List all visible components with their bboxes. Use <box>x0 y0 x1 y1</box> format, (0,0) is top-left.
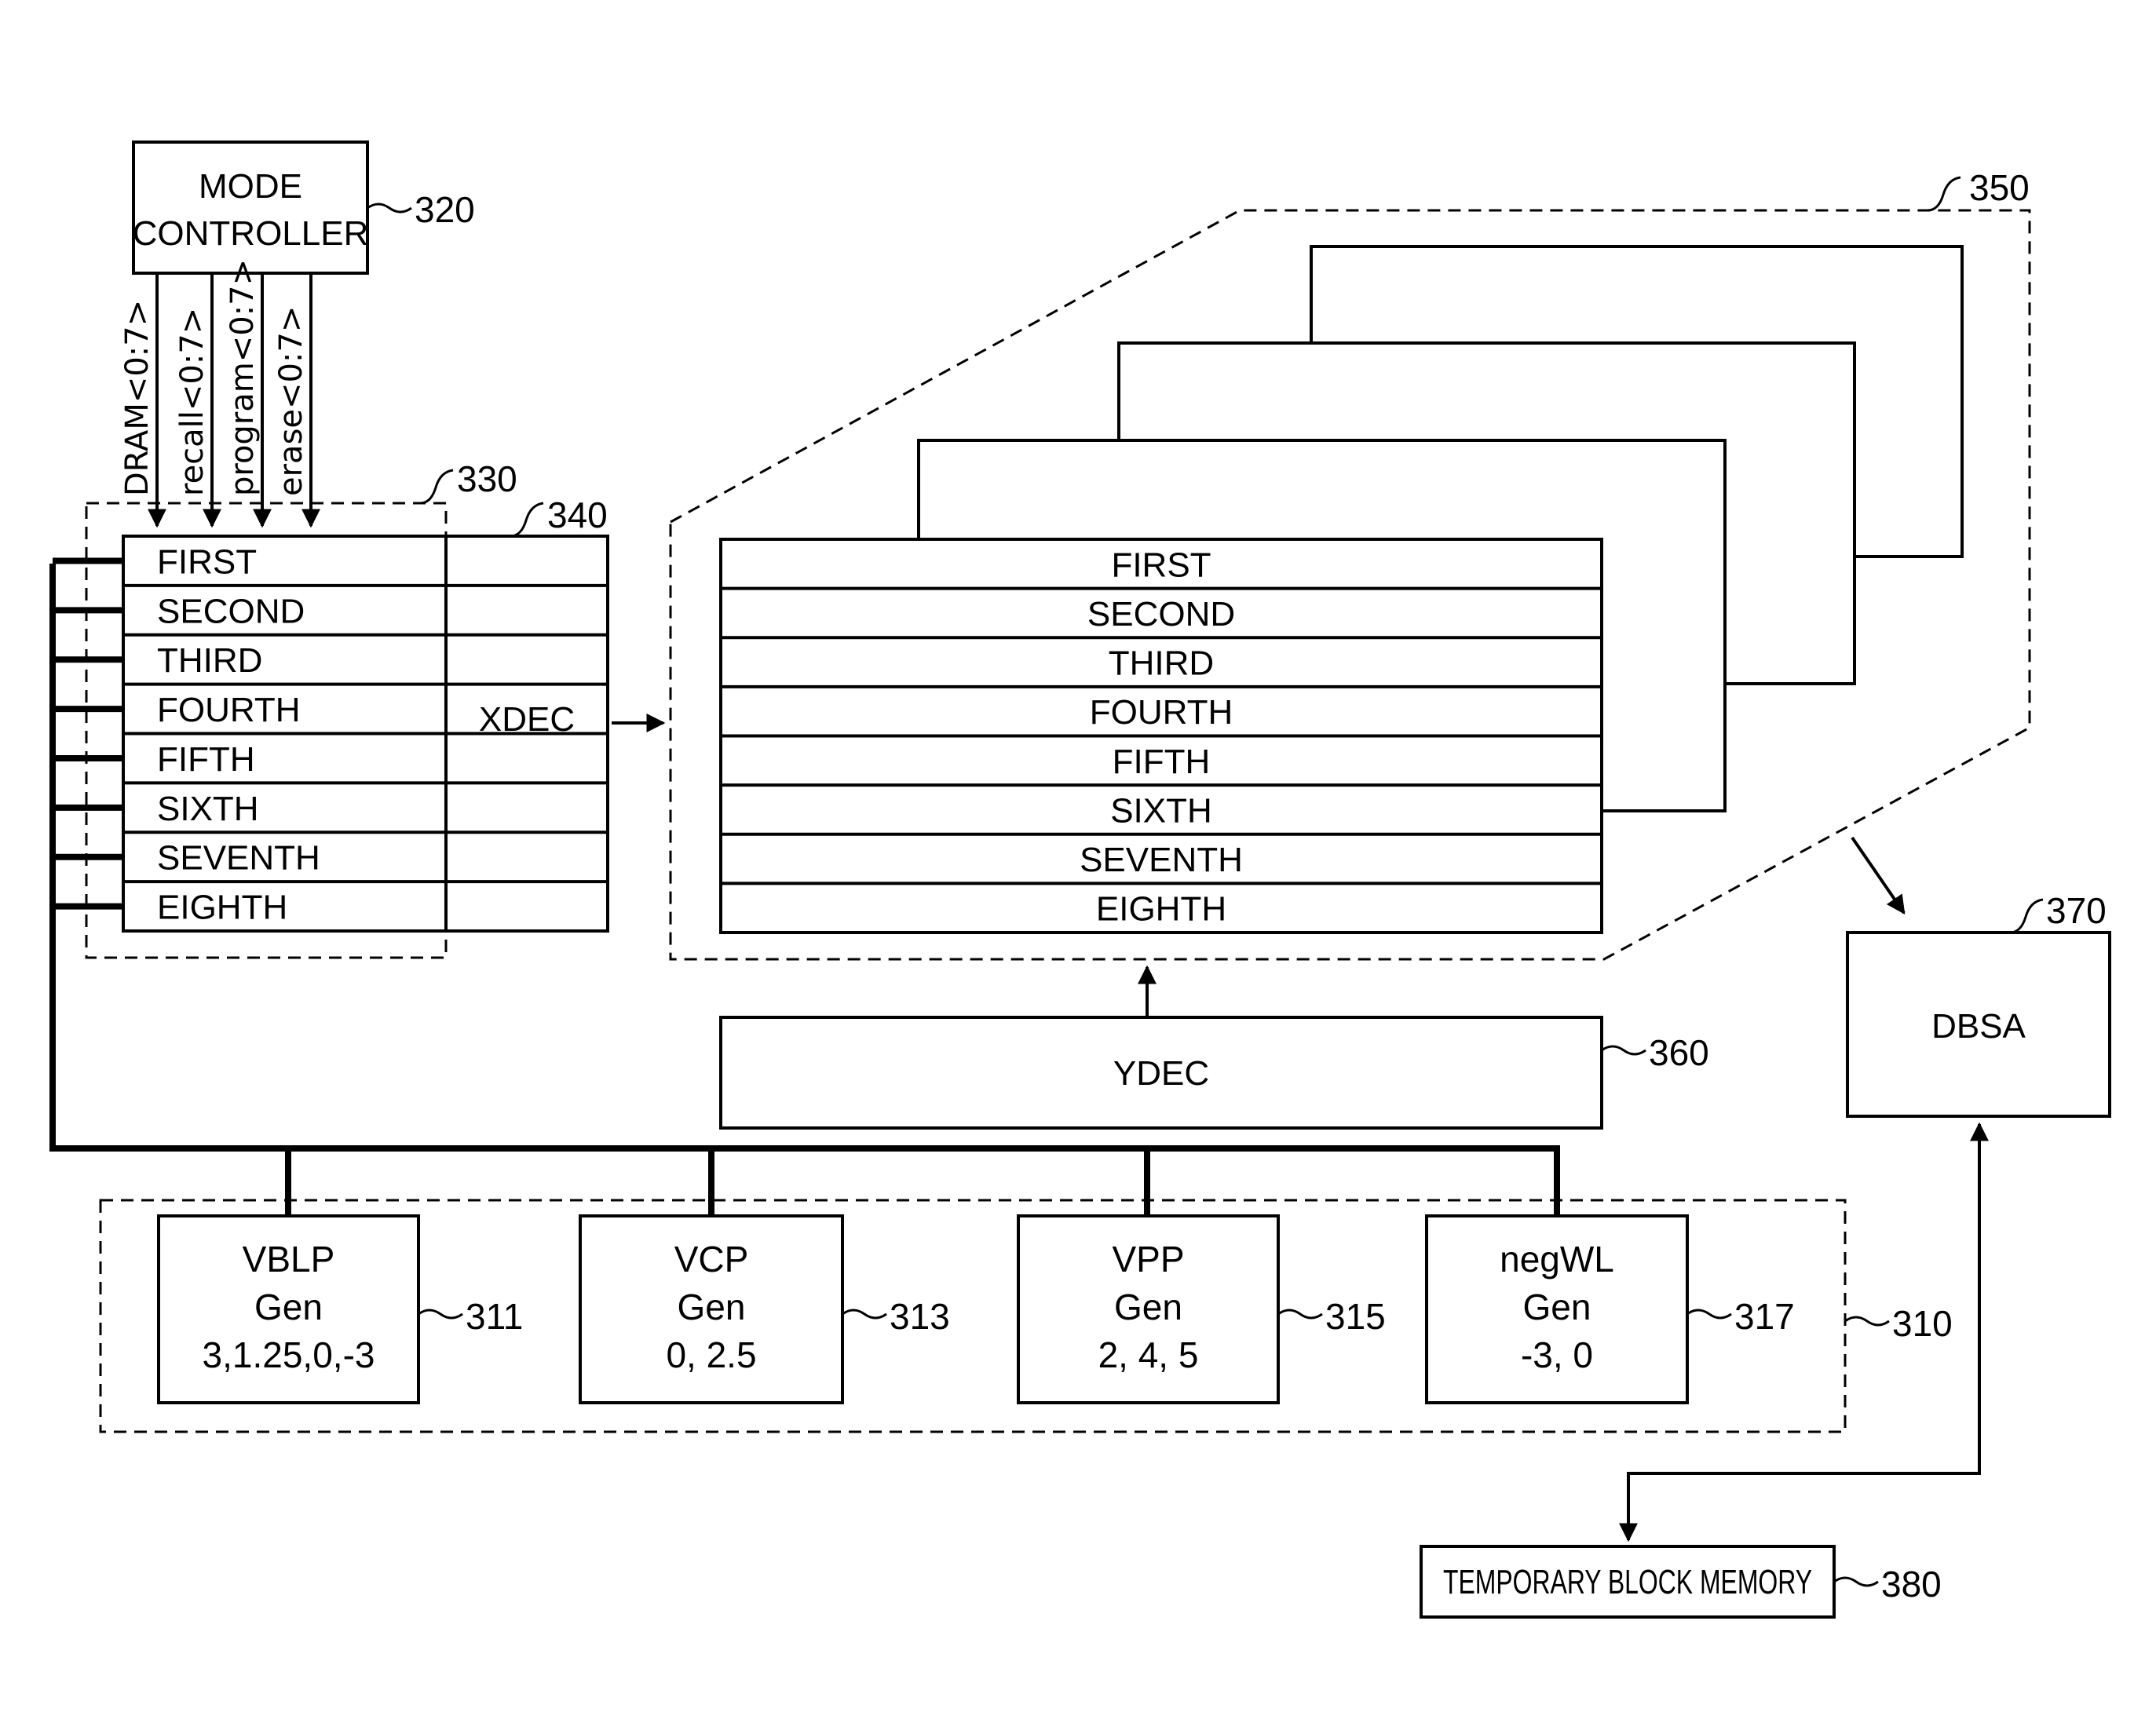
ref-label-317: 317 <box>1734 1296 1795 1337</box>
generator-sub: Gen <box>1114 1287 1182 1327</box>
array-row-label: FIRST <box>1111 546 1211 584</box>
temp-block-memory-label: TEMPORARY BLOCK MEMORY <box>1443 1563 1812 1601</box>
ref-leader-320 <box>367 203 412 214</box>
mode-controller: MODE CONTROLLER 320 <box>132 141 475 275</box>
ref-label-313: 313 <box>890 1296 950 1337</box>
generator-values: 3,1.25,0,-3 <box>203 1334 375 1375</box>
mode-controller-label-line1: MODE <box>199 167 302 206</box>
mode-signal-lines: DRAM<0:7> recall<0:7> program<0:7> erase… <box>119 259 320 528</box>
ref-leader-380 <box>1833 1576 1879 1587</box>
mode-controller-label-line2: CONTROLLER <box>133 214 369 253</box>
register-row-label: EIGHTH <box>157 889 287 927</box>
ref-leader-340 <box>510 502 544 538</box>
ref-leader-311 <box>418 1309 463 1320</box>
register-row-label: FIRST <box>157 542 257 581</box>
ref-leader-313 <box>842 1309 887 1320</box>
generator-name: negWL <box>1500 1239 1614 1280</box>
ref-leader-330 <box>419 469 454 505</box>
register-row-label: THIRD <box>157 641 262 680</box>
array-row-label: SECOND <box>1087 595 1235 633</box>
ydec-label: YDEC <box>1113 1054 1209 1093</box>
ref-label-360: 360 <box>1649 1032 1709 1073</box>
register-row-label: FOURTH <box>157 691 301 729</box>
generator-sub: Gen <box>678 1287 746 1327</box>
ref-leader-350 <box>1927 176 1961 212</box>
generator-values: 0, 2.5 <box>666 1334 756 1375</box>
signal-label-dram: DRAM<0:7> <box>119 300 155 496</box>
array-row-label: THIRD <box>1109 644 1214 683</box>
xdec-label: XDEC <box>479 700 575 739</box>
register-row-label: SECOND <box>157 592 305 630</box>
ref-label-380: 380 <box>1881 1564 1942 1604</box>
generator-values: 2, 4, 5 <box>1098 1334 1199 1375</box>
array-to-dbsa-arrow <box>1851 836 1906 914</box>
generator-sub: Gen <box>1523 1287 1591 1327</box>
generator-vblp: VBLP Gen 3,1.25,0,-3 311 <box>157 1148 523 1404</box>
ref-leader-310 <box>1844 1316 1890 1327</box>
memory-plane-front: FIRST SECOND THIRD FOURTH FIFTH SIXTH SEVENTH E… <box>719 538 1603 934</box>
dbsa-label: DBSA <box>1931 1007 2026 1046</box>
generator-name: VPP <box>1112 1239 1184 1280</box>
generator-values: -3, 0 <box>1521 1334 1593 1375</box>
signal-label-erase: erase<0:7> <box>273 306 309 496</box>
ref-leader-360 <box>1601 1045 1646 1056</box>
block-diagram: MODE CONTROLLER 320 DRAM<0:7> recall<0:7… <box>49 141 2111 1619</box>
array-row-label: SEVENTH <box>1080 841 1243 879</box>
array-row-label: SIXTH <box>1110 791 1212 830</box>
ref-leader-370 <box>2009 898 2044 934</box>
voltage-generators: VBLP Gen 3,1.25,0,-3 311 VCP Gen 0, 2.5 313 VPP G… <box>157 1148 1795 1404</box>
generator-name: VCP <box>674 1239 749 1280</box>
generator-negwl: negWL Gen -3, 0 317 <box>1425 1148 1795 1404</box>
ref-label-340: 340 <box>547 495 608 535</box>
ref-label-370: 370 <box>2046 890 2107 931</box>
ref-label-350: 350 <box>1969 167 2030 208</box>
generator-sub: Gen <box>254 1287 323 1327</box>
register-row-label: FIFTH <box>157 740 255 779</box>
ref-label-320: 320 <box>415 189 475 230</box>
array-row-label: EIGHTH <box>1096 890 1226 929</box>
ref-leader-315 <box>1277 1309 1323 1320</box>
mode-controller-box <box>132 141 369 275</box>
signal-label-recall: recall<0:7> <box>174 308 210 496</box>
generator-vpp: VPP Gen 2, 4, 5 315 <box>1017 1148 1386 1404</box>
signal-label-program: program<0:7> <box>225 259 261 496</box>
array-row-label: FOURTH <box>1090 693 1233 732</box>
register-row-label: SEVENTH <box>157 839 320 878</box>
register-row-label: SIXTH <box>157 790 259 828</box>
ref-label-315: 315 <box>1325 1296 1386 1337</box>
ref-label-330: 330 <box>457 458 517 499</box>
array-row-label: FIFTH <box>1113 743 1211 781</box>
ref-label-310: 310 <box>1892 1303 1953 1344</box>
generator-name: VBLP <box>243 1239 335 1280</box>
ref-leader-317 <box>1686 1309 1732 1320</box>
generator-vcp: VCP Gen 0, 2.5 313 <box>579 1148 950 1404</box>
ref-label-311: 311 <box>466 1296 523 1337</box>
